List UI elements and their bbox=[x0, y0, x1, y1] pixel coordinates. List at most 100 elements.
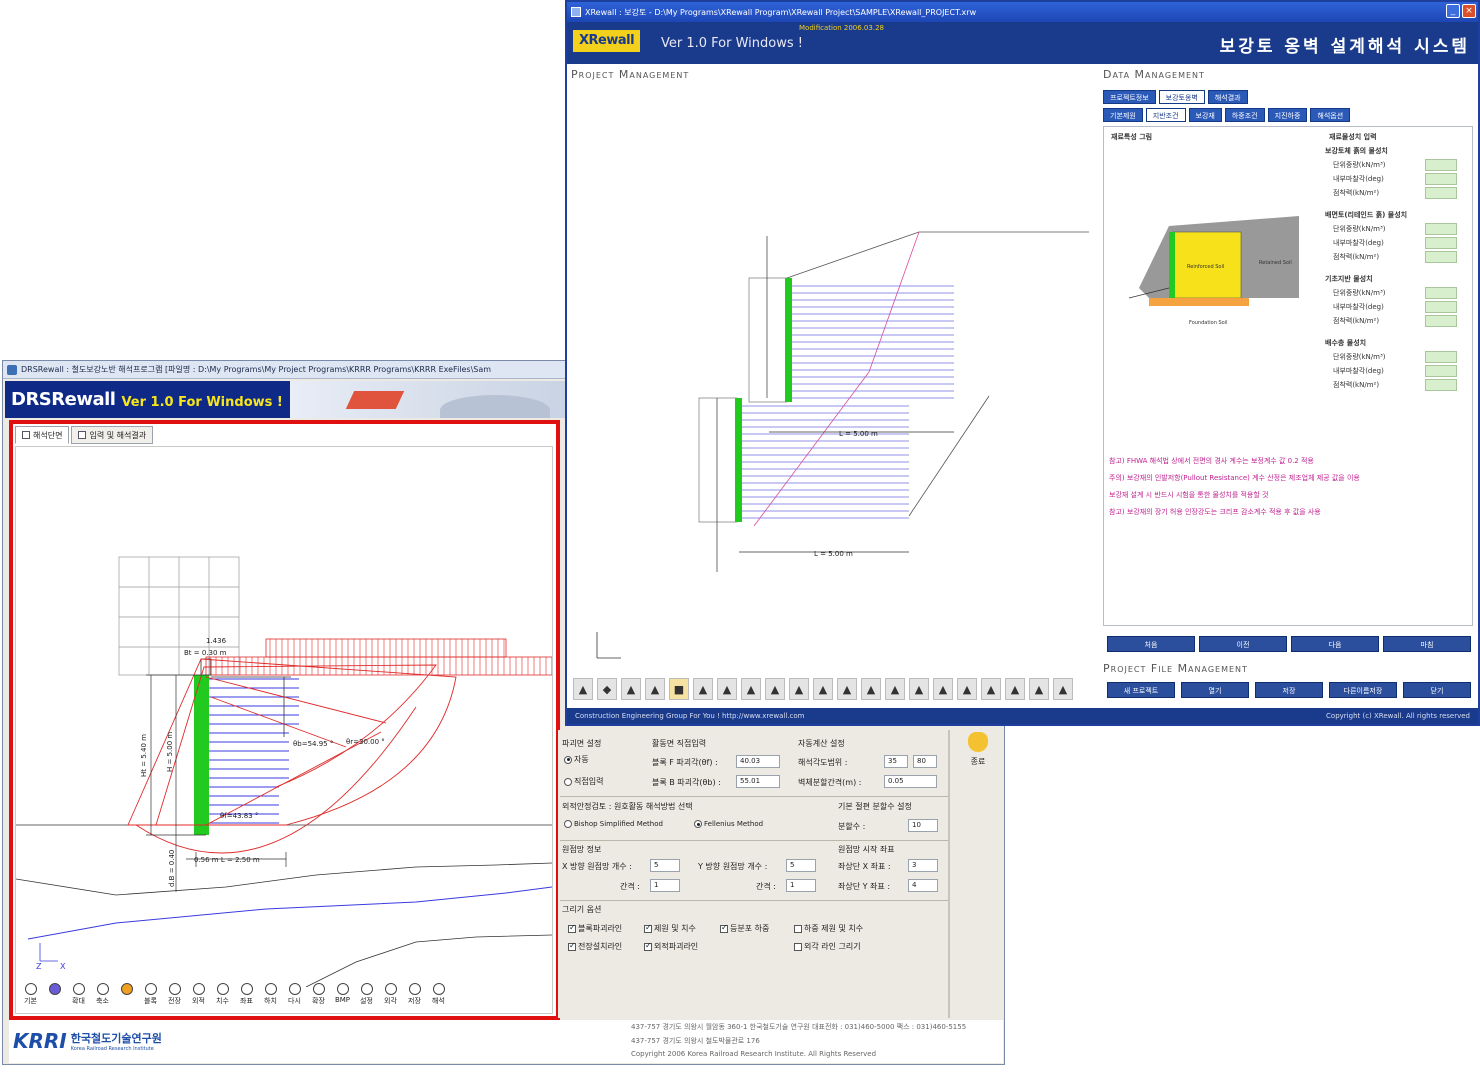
save-button[interactable]: 저장 bbox=[1255, 682, 1323, 698]
y-gap-input[interactable]: 1 bbox=[786, 879, 816, 892]
shape-tool-icon[interactable]: ▲ bbox=[1005, 678, 1025, 700]
property-input[interactable] bbox=[1425, 365, 1457, 377]
section-drawing-canvas[interactable]: 1.436 Bt = 0.30 m Ht = 5.40 m H = 5.00 m… bbox=[15, 446, 553, 1014]
option-uniform-load[interactable]: 등분포 하중 bbox=[720, 923, 769, 934]
data-tab[interactable]: 프로젝트정보 bbox=[1103, 90, 1156, 104]
toolbar-button[interactable]: 전장 bbox=[164, 983, 185, 1011]
radio-direct[interactable]: 직접입력 bbox=[564, 776, 603, 787]
block-f-input[interactable]: 40.03 bbox=[736, 755, 780, 768]
property-input[interactable] bbox=[1425, 301, 1457, 313]
property-input[interactable] bbox=[1425, 223, 1457, 235]
toolbar-button[interactable]: 축소 bbox=[92, 983, 113, 1011]
minimize-icon[interactable]: _ bbox=[1446, 4, 1460, 18]
option-external-failure-line[interactable]: 외적파괴라인 bbox=[644, 941, 698, 952]
toolbar-button[interactable]: 하치 bbox=[260, 983, 281, 1011]
option-dimensions[interactable]: 제원 및 치수 bbox=[644, 923, 696, 934]
toolbar-button[interactable] bbox=[116, 983, 137, 1011]
shape-tool-icon[interactable]: ▲ bbox=[933, 678, 953, 700]
property-input[interactable] bbox=[1425, 379, 1457, 391]
shape-tool-icon[interactable]: ◆ bbox=[597, 678, 617, 700]
shape-tool-icon[interactable]: ▲ bbox=[861, 678, 881, 700]
data-tab[interactable]: 지반조건 bbox=[1145, 108, 1186, 122]
shape-tool-icon[interactable]: ▲ bbox=[573, 678, 593, 700]
start-y-input[interactable]: 4 bbox=[908, 879, 938, 892]
shape-tool-icon[interactable]: ▲ bbox=[789, 678, 809, 700]
option-full-length-line[interactable]: 전장설치라인 bbox=[568, 941, 622, 952]
nav-first-button[interactable]: 처음 bbox=[1107, 636, 1195, 652]
option-outline[interactable]: 외각 라인 그리기 bbox=[794, 941, 861, 952]
x-gap-input[interactable]: 1 bbox=[650, 879, 680, 892]
shape-tool-icon[interactable]: ▲ bbox=[741, 678, 761, 700]
toolbar-button[interactable]: 외각 bbox=[380, 983, 401, 1011]
shape-tool-icon[interactable]: ▲ bbox=[1029, 678, 1049, 700]
range-to-input[interactable]: 80 bbox=[913, 755, 937, 768]
new-project-button[interactable]: 새 프로젝트 bbox=[1107, 682, 1175, 698]
toolbar-button[interactable]: BMP bbox=[332, 983, 353, 1011]
nav-next-button[interactable]: 다음 bbox=[1291, 636, 1379, 652]
toolbar-button[interactable]: 블록 bbox=[140, 983, 161, 1011]
nav-prev-button[interactable]: 이전 bbox=[1199, 636, 1287, 652]
toolbar-button[interactable]: 다시 bbox=[284, 983, 305, 1011]
shape-tool-icon[interactable]: ▲ bbox=[621, 678, 641, 700]
property-input[interactable] bbox=[1425, 315, 1457, 327]
data-tab[interactable]: 해석결과 bbox=[1207, 90, 1248, 104]
close-button[interactable]: 닫기 bbox=[1403, 682, 1471, 698]
slice-input[interactable]: 10 bbox=[908, 819, 938, 832]
property-input[interactable] bbox=[1425, 173, 1457, 185]
option-block-failure-line[interactable]: 블록파괴라인 bbox=[568, 923, 622, 934]
shape-tool-icon[interactable]: ▲ bbox=[837, 678, 857, 700]
property-input[interactable] bbox=[1425, 251, 1457, 263]
data-tab[interactable]: 보강재 bbox=[1188, 108, 1222, 122]
shape-tool-icon[interactable]: ▲ bbox=[909, 678, 929, 700]
toolbar-button[interactable]: 확대 bbox=[68, 983, 89, 1011]
shape-tool-icon[interactable]: ▲ bbox=[645, 678, 665, 700]
data-tab[interactable]: 기본제원 bbox=[1103, 108, 1143, 122]
property-input[interactable] bbox=[1425, 187, 1457, 199]
range-from-input[interactable]: 35 bbox=[884, 755, 908, 768]
data-tab[interactable]: 보강토옹벽 bbox=[1158, 90, 1205, 104]
toolbar-button[interactable]: 치수 bbox=[212, 983, 233, 1011]
toolbar-button[interactable]: 외적 bbox=[188, 983, 209, 1011]
option-load-dimensions[interactable]: 하중 제원 및 치수 bbox=[794, 923, 863, 934]
x-count-input[interactable]: 5 bbox=[650, 859, 680, 872]
toolbar-button[interactable]: 설정 bbox=[356, 983, 377, 1011]
start-x-input[interactable]: 3 bbox=[908, 859, 938, 872]
y-count-input[interactable]: 5 bbox=[786, 859, 816, 872]
toolbar-button[interactable]: 확장 bbox=[308, 983, 329, 1011]
toolbar-button[interactable]: 좌표 bbox=[236, 983, 257, 1011]
toolbar-button[interactable]: 기본 bbox=[20, 983, 41, 1011]
shape-tool-icon[interactable]: ▲ bbox=[1053, 678, 1073, 700]
block-b-input[interactable]: 55.01 bbox=[736, 775, 780, 788]
open-button[interactable]: 열기 bbox=[1181, 682, 1249, 698]
toolbar-button[interactable]: 저장 bbox=[404, 983, 425, 1011]
radio-fellenius[interactable]: Fellenius Method bbox=[694, 820, 763, 828]
shape-tool-icon[interactable]: ▲ bbox=[885, 678, 905, 700]
interval-input[interactable]: 0.05 bbox=[884, 775, 937, 788]
data-tab[interactable]: 지진하중 bbox=[1267, 108, 1308, 122]
shape-tool-icon[interactable]: ▲ bbox=[717, 678, 737, 700]
nav-finish-button[interactable]: 마침 bbox=[1383, 636, 1471, 652]
shape-tool-icon[interactable]: ▲ bbox=[693, 678, 713, 700]
shape-tool-icon[interactable]: ▲ bbox=[957, 678, 977, 700]
property-input[interactable] bbox=[1425, 237, 1457, 249]
exit-button[interactable]: 종료 bbox=[958, 732, 998, 776]
toolbar-button[interactable] bbox=[44, 983, 65, 1011]
property-input[interactable] bbox=[1425, 287, 1457, 299]
tab-input-results[interactable]: 입력 및 해석결과 bbox=[71, 426, 154, 444]
save-as-button[interactable]: 다른이름저장 bbox=[1329, 682, 1397, 698]
shape-tool-icon[interactable]: ▲ bbox=[765, 678, 785, 700]
toolbar-button[interactable]: 해석 bbox=[428, 983, 449, 1011]
radio-bishop[interactable]: Bishop Simplified Method bbox=[564, 820, 663, 828]
close-icon[interactable]: × bbox=[1462, 4, 1476, 18]
property-input[interactable] bbox=[1425, 351, 1457, 363]
shape-tool-icon[interactable]: ▲ bbox=[981, 678, 1001, 700]
xrewall-titlebar[interactable]: XRewall : 보강토 - D:\My Programs\XRewall P… bbox=[567, 2, 1478, 22]
radio-auto[interactable]: 자동 bbox=[564, 754, 589, 765]
dim-length-upper: L = 5.00 m bbox=[839, 430, 878, 438]
data-tab[interactable]: 하중조건 bbox=[1224, 108, 1265, 122]
tab-analysis-section[interactable]: 해석단면 bbox=[15, 426, 70, 444]
shape-tool-icon[interactable]: ■ bbox=[669, 678, 689, 700]
property-input[interactable] bbox=[1425, 159, 1457, 171]
shape-tool-icon[interactable]: ▲ bbox=[813, 678, 833, 700]
data-tab[interactable]: 해석옵션 bbox=[1310, 108, 1351, 122]
